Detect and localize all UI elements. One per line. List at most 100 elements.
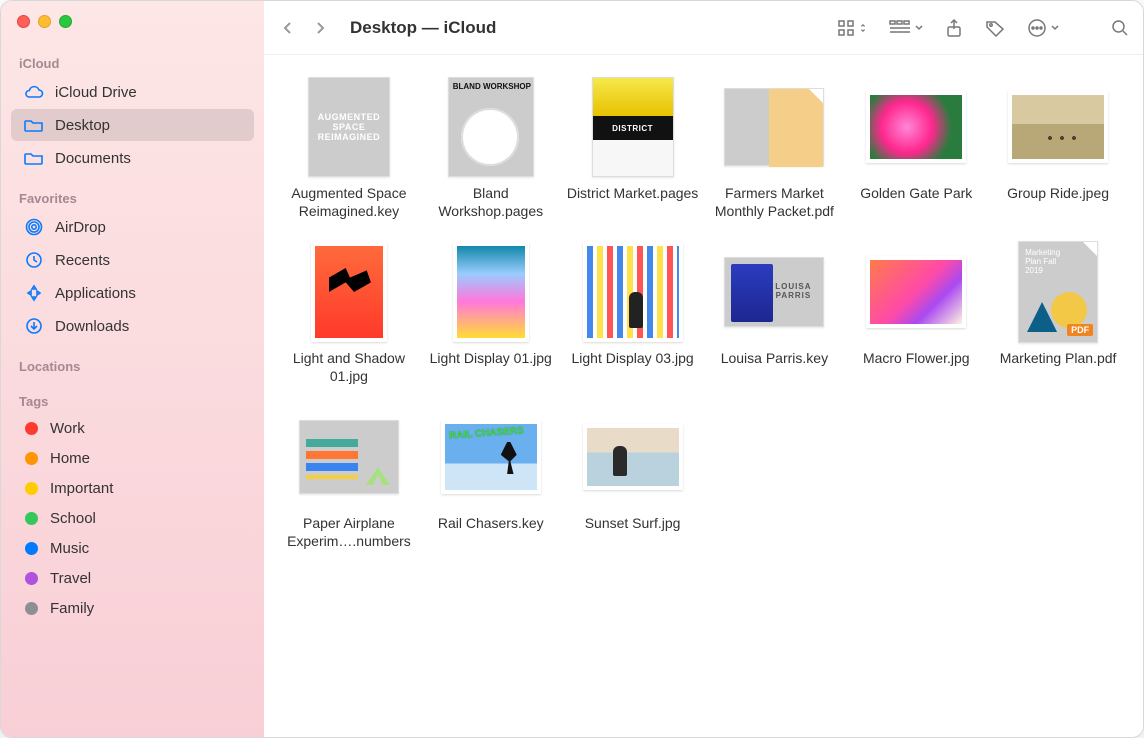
file-name: Marketing Plan.pdf [1000,350,1117,368]
tag-item[interactable]: Travel [11,563,254,593]
forward-button[interactable] [310,18,330,38]
minimize-window-button[interactable] [38,15,51,28]
file-thumbnail [1008,77,1108,177]
folder-icon [23,116,45,134]
sidebar-item-applications[interactable]: Applications [11,277,254,309]
file-thumbnail [441,242,541,342]
file-thumbnail [299,242,399,342]
file-item[interactable]: PDF Marketing Plan.pdf [991,242,1125,385]
file-item[interactable]: Group Ride.jpeg [991,77,1125,220]
file-item[interactable]: Light and Shadow 01.jpg [282,242,416,385]
tag-label: School [50,510,96,527]
file-item[interactable]: Light Display 01.jpg [424,242,558,385]
file-name: District Market.pages [567,185,698,203]
tag-label: Important [50,480,113,497]
file-thumbnail: DISTRICT [583,77,683,177]
tag-item[interactable]: Family [11,593,254,623]
tag-item[interactable]: Important [11,473,254,503]
file-name: Rail Chasers.key [438,515,544,533]
tag-item[interactable]: Home [11,443,254,473]
file-name: Bland Workshop.pages [424,185,558,220]
fullscreen-window-button[interactable] [59,15,72,28]
file-item[interactable]: Paper Airplane Experim….numbers [282,407,416,550]
section-heading: iCloud [1,50,264,75]
finder-window: iCloud iCloud Drive Desktop Documents Fa… [0,0,1144,738]
sidebar-item-label: iCloud Drive [55,84,137,101]
tag-item[interactable]: Music [11,533,254,563]
file-name: Group Ride.jpeg [1007,185,1109,203]
file-name: Light and Shadow 01.jpg [282,350,416,385]
tag-color-dot [25,482,38,495]
toolbar-actions [837,18,1129,38]
file-grid: AUGMENTED SPACE REIMAGINED Augmented Spa… [264,55,1143,737]
file-item[interactable]: Rail Chasers.key [424,407,558,550]
sidebar-section-icloud: iCloud iCloud Drive Desktop Documents [1,50,264,175]
file-item[interactable]: Bland Workshop.pages [424,77,558,220]
tag-label: Home [50,450,90,467]
tag-label: Work [50,420,85,437]
tag-color-dot [25,512,38,525]
file-name: Light Display 03.jpg [571,350,693,368]
file-name: Macro Flower.jpg [863,350,970,368]
file-item[interactable]: AUGMENTED SPACE REIMAGINED Augmented Spa… [282,77,416,220]
file-thumbnail [299,407,399,507]
share-button[interactable] [945,18,963,38]
file-name: Augmented Space Reimagined.key [282,185,416,220]
section-heading: Locations [1,353,264,378]
tags-button[interactable] [985,19,1005,37]
sidebar-item-icloud-drive[interactable]: iCloud Drive [11,76,254,108]
file-name: Louisa Parris.key [721,350,828,368]
sidebar-item-documents[interactable]: Documents [11,142,254,174]
tag-item[interactable]: Work [11,413,254,443]
file-thumbnail: PDF [1008,242,1108,342]
sidebar-item-desktop[interactable]: Desktop [11,109,254,141]
file-thumbnail [441,77,541,177]
tag-color-dot [25,602,38,615]
tag-color-dot [25,542,38,555]
file-item[interactable]: Farmers Market Monthly Packet.pdf [707,77,841,220]
more-actions-button[interactable] [1027,18,1059,38]
back-button[interactable] [278,18,298,38]
sidebar-item-label: AirDrop [55,219,106,236]
file-item[interactable]: Light Display 03.jpg [566,242,700,385]
group-by-button[interactable] [889,19,923,37]
tag-color-dot [25,452,38,465]
toolbar: Desktop — iCloud [264,1,1143,55]
file-thumbnail [441,407,541,507]
nav-buttons [278,18,330,38]
sidebar-item-label: Desktop [55,117,110,134]
file-item[interactable]: Louisa Parris.key [707,242,841,385]
file-item[interactable]: Sunset Surf.jpg [566,407,700,550]
file-thumbnail [866,77,966,177]
main-pane: Desktop — iCloud [264,1,1143,737]
sidebar-item-downloads[interactable]: Downloads [11,310,254,342]
sidebar-item-recents[interactable]: Recents [11,244,254,276]
file-name: Light Display 01.jpg [430,350,552,368]
tag-color-dot [25,572,38,585]
sidebar-item-airdrop[interactable]: AirDrop [11,211,254,243]
view-toggle-button[interactable] [837,19,867,37]
close-window-button[interactable] [17,15,30,28]
download-icon [23,317,45,335]
search-button[interactable] [1111,19,1129,37]
sidebar-item-label: Applications [55,285,136,302]
tag-color-dot [25,422,38,435]
file-thumbnail [583,242,683,342]
file-thumbnail [724,242,824,342]
sidebar-item-label: Recents [55,252,110,269]
file-name: Sunset Surf.jpg [585,515,681,533]
file-item[interactable]: Golden Gate Park [849,77,983,220]
tag-item[interactable]: School [11,503,254,533]
window-controls [1,15,264,28]
clock-icon [23,251,45,269]
tag-label: Travel [50,570,91,587]
airdrop-icon [23,218,45,236]
section-heading: Tags [1,388,264,413]
file-item[interactable]: DISTRICT District Market.pages [566,77,700,220]
sidebar-section-locations: Locations [1,353,264,378]
file-thumbnail [724,77,824,177]
file-name: Golden Gate Park [860,185,972,203]
file-item[interactable]: Macro Flower.jpg [849,242,983,385]
file-name: Farmers Market Monthly Packet.pdf [707,185,841,220]
file-thumbnail [866,242,966,342]
